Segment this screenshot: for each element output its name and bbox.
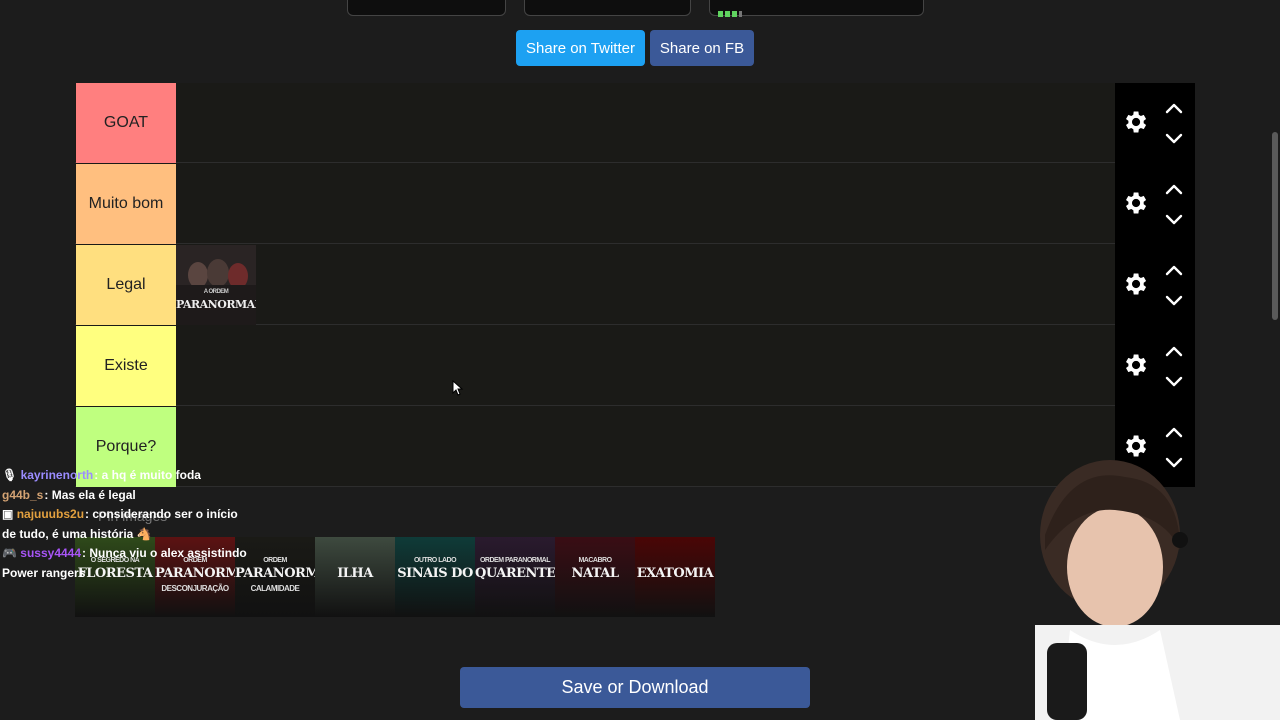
poster-subtitle: A ORDEM	[203, 289, 229, 295]
tier-label[interactable]: GOAT	[76, 83, 176, 163]
chevron-up-icon[interactable]	[1165, 344, 1183, 357]
chevron-down-icon[interactable]	[1165, 294, 1183, 306]
share-fb-button[interactable]: Share on FB	[650, 30, 754, 66]
gear-icon[interactable]	[1121, 351, 1149, 379]
chevron-up-icon[interactable]	[1165, 101, 1183, 114]
tier-drop-zone[interactable]	[176, 83, 1114, 163]
chat-message: ▣ najuuubs2u: considerando ser o início …	[2, 507, 238, 541]
share-twitter-button[interactable]: Share on Twitter	[516, 30, 645, 66]
poster-subtitle: MACABRO	[578, 557, 612, 564]
poster-subtitle: ORDEM PARANORMAL	[479, 557, 551, 564]
tier-drop-zone[interactable]	[176, 407, 1114, 487]
tier-row-goat: GOAT	[75, 83, 1195, 164]
pool-item-image[interactable]: MACABRO NATAL	[555, 537, 635, 617]
chat-badge-icon: 🎮	[2, 546, 17, 560]
gear-icon[interactable]	[1121, 270, 1149, 298]
poster-title: ILHA	[337, 566, 373, 581]
poster-title: PARANORMAL	[176, 298, 256, 311]
mouse-cursor-icon	[452, 380, 464, 396]
top-control-3[interactable]	[709, 0, 924, 17]
tier-label[interactable]: Existe	[76, 326, 176, 406]
stream-chat-overlay: 🎙 kayrinenorth: a hq é muito foda g44b_s…	[2, 466, 252, 583]
chevron-down-icon[interactable]	[1165, 132, 1183, 144]
tier-row-existe: Existe	[75, 326, 1195, 407]
tier-item-image[interactable]: A ORDEM PARANORMAL	[176, 245, 256, 325]
chat-username: najuuubs2u	[16, 507, 85, 521]
page-scrollbar[interactable]	[1272, 132, 1278, 320]
tier-row-legal: Legal A ORDEM PARANORMAL	[75, 245, 1195, 326]
chat-badge-icon: ▣	[2, 507, 14, 521]
chevron-up-icon[interactable]	[1165, 182, 1183, 195]
tier-list: GOAT Muito bom Legal A ORDEM PARANORMAL …	[75, 83, 1195, 487]
chat-text: a hq é muito foda	[101, 468, 201, 482]
chevron-down-icon[interactable]	[1165, 375, 1183, 387]
top-control-2[interactable]	[524, 0, 691, 16]
chat-message: 🎙 kayrinenorth: a hq é muito foda	[2, 468, 201, 482]
tier-row-muito-bom: Muito bom	[75, 164, 1195, 245]
top-control-1[interactable]	[347, 0, 506, 16]
chevron-up-icon[interactable]	[1165, 425, 1183, 438]
tier-drop-zone[interactable]	[176, 326, 1114, 406]
tier-drop-zone[interactable]: A ORDEM PARANORMAL	[176, 245, 1114, 325]
poster-title: SINAIS DO	[397, 566, 473, 581]
pool-item-image[interactable]: EXATOMIA	[635, 537, 715, 617]
poster-title: EXATOMIA	[636, 566, 714, 581]
chevron-down-icon[interactable]	[1165, 213, 1183, 225]
poster-title: QUARENTENA	[475, 566, 555, 581]
tier-controls	[1115, 326, 1195, 407]
chat-message: g44b_s: Mas ela é legal	[2, 487, 136, 502]
poster-subtitle: OUTRO LADO	[413, 557, 457, 564]
tier-label[interactable]: Legal	[76, 245, 176, 325]
tier-label[interactable]: Muito bom	[76, 164, 176, 244]
save-or-download-button[interactable]: Save or Download	[460, 667, 810, 708]
tier-controls	[1115, 164, 1195, 245]
chat-username: kayrinenorth	[20, 468, 94, 482]
gear-icon[interactable]	[1121, 189, 1149, 217]
pool-item-image[interactable]: ILHA	[315, 537, 395, 617]
tier-controls	[1115, 83, 1195, 164]
gear-icon[interactable]	[1121, 108, 1149, 136]
chat-badge-icon: 🎙	[2, 468, 18, 482]
chevron-up-icon[interactable]	[1165, 263, 1183, 276]
poster-art	[176, 245, 256, 325]
pool-item-image[interactable]: ORDEM PARANORMAL QUARENTENA	[475, 537, 555, 617]
signal-icon	[718, 4, 742, 17]
pool-item-image[interactable]: OUTRO LADO SINAIS DO	[395, 537, 475, 617]
poster-title: NATAL	[571, 566, 619, 581]
tier-controls	[1115, 245, 1195, 326]
poster-extra: CALAMIDADE	[250, 584, 300, 593]
chat-username: g44b_s	[2, 487, 44, 502]
chat-text: Mas ela é legal	[51, 487, 136, 502]
poster-extra: DESCONJURAÇÃO	[161, 584, 229, 593]
chat-username: sussy4444	[20, 546, 82, 560]
chat-message: 🎮 sussy4444: Nunca viu o alex assistindo…	[2, 546, 247, 580]
webcam-overlay	[1035, 460, 1280, 720]
tier-drop-zone[interactable]	[176, 164, 1114, 244]
